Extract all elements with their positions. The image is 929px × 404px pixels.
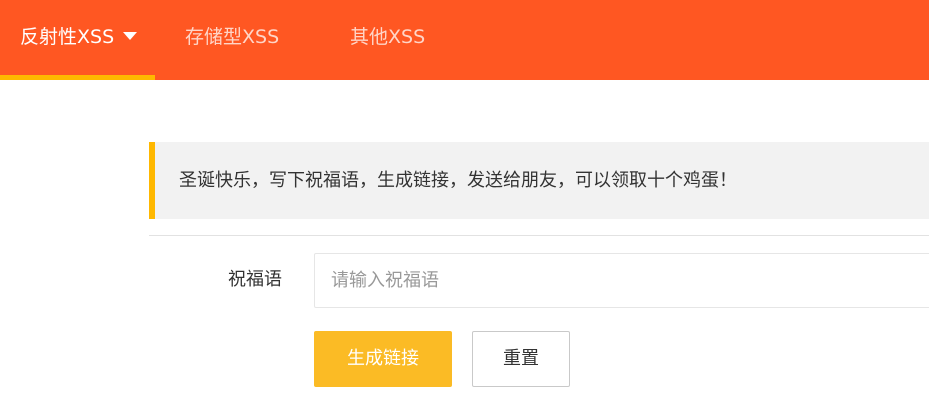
nav-tab-label: 其他XSS [350, 26, 426, 48]
nav-tab-label: 反射性XSS [20, 26, 115, 48]
divider [149, 235, 929, 236]
blessing-input[interactable] [314, 253, 929, 308]
active-tab-indicator [0, 75, 155, 80]
notice-text: 圣诞快乐，写下祝福语，生成链接，发送给朋友，可以领取十个鸡蛋！ [179, 170, 737, 191]
top-nav-bar: 反射性XSS 存储型XSS 其他XSS [0, 0, 929, 80]
notice-box: 圣诞快乐，写下祝福语，生成链接，发送给朋友，可以领取十个鸡蛋！ [149, 142, 929, 219]
nav-tab-reflected-xss[interactable]: 反射性XSS [20, 0, 138, 80]
nav-tab-label: 存储型XSS [185, 26, 280, 48]
reset-button[interactable]: 重置 [472, 331, 570, 387]
blessing-label: 祝福语 [228, 269, 282, 290]
nav-tab-other-xss[interactable]: 其他XSS [350, 0, 425, 80]
chevron-down-icon [123, 32, 138, 40]
nav-tab-stored-xss[interactable]: 存储型XSS [185, 0, 279, 80]
generate-link-button[interactable]: 生成链接 [314, 331, 452, 387]
